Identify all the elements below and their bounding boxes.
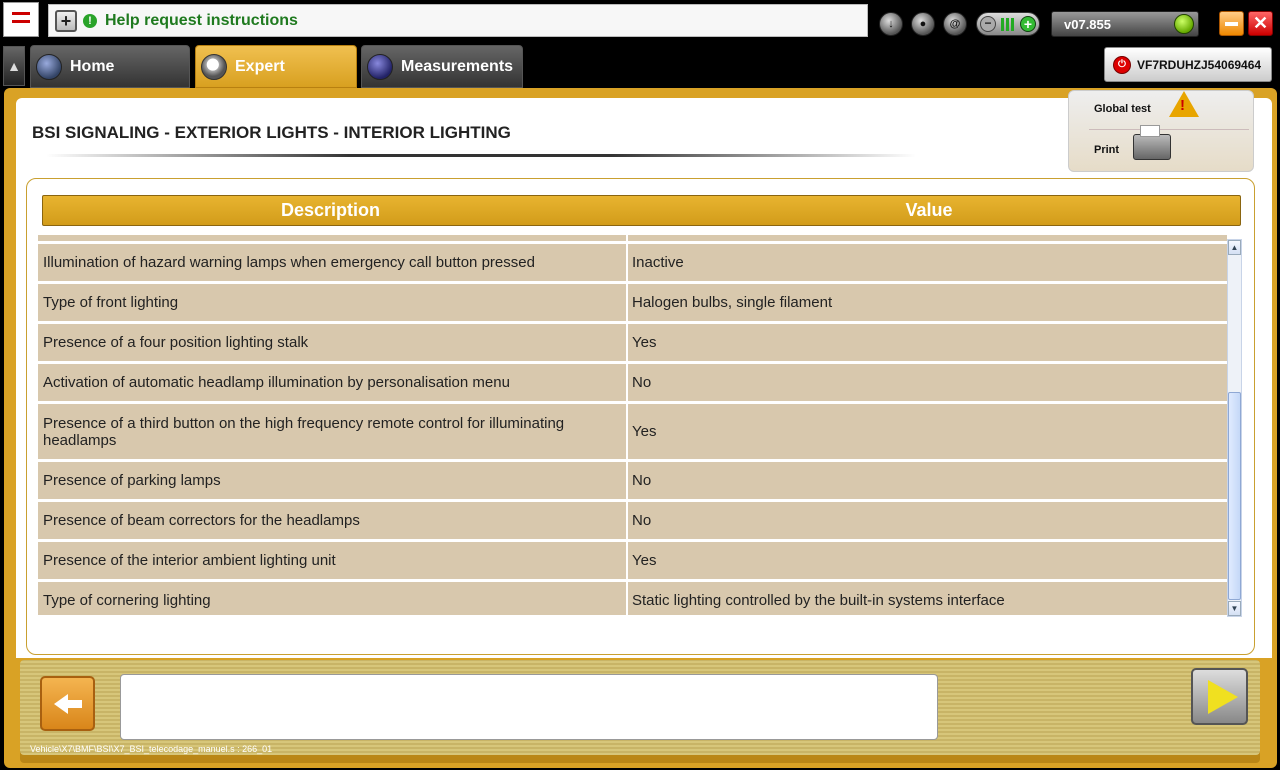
table-row[interactable]: Activation of automatic headlamp illumin… [38, 364, 1227, 401]
tab-expert-label: Expert [235, 57, 285, 75]
back-arrow-icon [53, 693, 68, 714]
help-request-bar[interactable]: + ! Help request instructions [48, 4, 868, 37]
row-description: Presence of beam correctors for the head… [38, 502, 628, 539]
row-value: Inactive [632, 254, 684, 271]
version-indicator: v07.855 [1051, 11, 1199, 37]
scroll-thumb[interactable] [1228, 392, 1241, 600]
table-row[interactable]: Type of front lighting Halogen bulbs, si… [38, 284, 1227, 321]
row-description: Activation of automatic headlamp illumin… [38, 364, 628, 401]
row-value: Yes [632, 334, 657, 351]
minimize-button[interactable] [1219, 11, 1244, 36]
table-row[interactable]: Presence of the interior ambient lightin… [38, 542, 1227, 579]
column-header-description[interactable]: Description [43, 196, 618, 225]
page-title: BSI SIGNALING - EXTERIOR LIGHTS - INTERI… [32, 123, 511, 142]
plus-icon[interactable]: + [1020, 16, 1036, 32]
tab-bar: ▲ Home Expert Measurements ⏻ VF7RDUHZJ54… [0, 42, 1280, 88]
waveform-icon [367, 53, 393, 80]
add-icon[interactable]: + [55, 9, 77, 32]
close-button[interactable]: ✕ [1248, 11, 1273, 36]
app-window: + ! Help request instructions ↓ ● @ − + … [0, 0, 1280, 770]
row-value: Static lighting controlled by the built-… [632, 592, 1005, 609]
status-light-icon [1174, 14, 1194, 34]
warning-mark-icon: ! [1180, 97, 1185, 114]
help-request-text[interactable]: Help request instructions [105, 12, 298, 30]
volume-bars-icon [1001, 18, 1015, 31]
email-icon[interactable]: @ [943, 12, 967, 36]
scroll-up-icon[interactable]: ▲ [1228, 240, 1241, 255]
scroll-down-icon[interactable]: ▼ [1228, 601, 1241, 616]
info-icon: ! [83, 13, 97, 28]
message-box [120, 674, 938, 740]
tab-home-label: Home [70, 57, 115, 75]
collapse-icon[interactable]: ▲ [3, 46, 25, 86]
row-value: Yes [632, 552, 657, 569]
download-icon[interactable]: ↓ [879, 12, 903, 36]
table-header: Description Value [42, 195, 1241, 226]
row-value: Yes [632, 423, 657, 440]
side-actions-panel: Global test ! Print [1068, 90, 1254, 172]
row-description: Presence of a third button on the high f… [38, 404, 628, 459]
tab-home[interactable]: Home [30, 45, 190, 88]
row-description: Presence of a four position lighting sta… [38, 324, 628, 361]
table-row[interactable]: Presence of a four position lighting sta… [38, 324, 1227, 361]
actions-divider [1089, 129, 1249, 130]
table-body[interactable]: Illumination of hazard warning lamps whe… [38, 235, 1227, 615]
table-row-partial [38, 235, 1227, 241]
row-description: Illumination of hazard warning lamps whe… [38, 244, 628, 281]
row-value: No [632, 374, 652, 391]
home-icon [36, 53, 62, 80]
table-row[interactable]: Presence of a third button on the high f… [38, 404, 1227, 459]
tab-measurements-label: Measurements [401, 57, 514, 75]
power-icon: ⏻ [1113, 55, 1131, 74]
title-divider [46, 154, 916, 157]
content-panel: BSI SIGNALING - EXTERIOR LIGHTS - INTERI… [16, 90, 1272, 658]
brand-logo-icon [3, 2, 39, 37]
vin-button[interactable]: ⏻ VF7RDUHZJ54069464 [1104, 47, 1272, 82]
table-row[interactable]: Type of cornering lighting Static lighti… [38, 582, 1227, 615]
row-value: No [632, 512, 652, 529]
magnifier-icon [201, 53, 227, 80]
minus-icon[interactable]: − [980, 16, 996, 32]
row-description: Type of front lighting [38, 284, 628, 321]
volume-control[interactable]: − + [976, 12, 1040, 36]
main-frame: BSI SIGNALING - EXTERIOR LIGHTS - INTERI… [4, 88, 1277, 768]
table-row[interactable]: Presence of beam correctors for the head… [38, 502, 1227, 539]
parameters-table: Description Value Illumination of hazard… [26, 178, 1255, 655]
table-scrollbar[interactable]: ▲ ▼ [1227, 239, 1242, 617]
printer-icon[interactable] [1133, 125, 1171, 160]
bottom-nav-bar: Vehicle\X7\BMF\BSI\X7_BSI_telecodage_man… [20, 660, 1260, 763]
global-test-button[interactable]: Global test [1094, 103, 1151, 115]
table-row[interactable]: Presence of parking lamps No [38, 462, 1227, 499]
next-button[interactable] [1191, 668, 1248, 725]
script-path-label: Vehicle\X7\BMF\BSI\X7_BSI_telecodage_man… [30, 744, 273, 754]
column-header-value[interactable]: Value [618, 196, 1240, 225]
print-button[interactable]: Print [1094, 144, 1119, 156]
top-bar: + ! Help request instructions ↓ ● @ − + … [0, 0, 1280, 42]
row-description: Presence of parking lamps [38, 462, 628, 499]
row-description: Type of cornering lighting [38, 582, 628, 615]
row-description: Presence of the interior ambient lightin… [38, 542, 628, 579]
tab-expert[interactable]: Expert [195, 45, 357, 88]
tab-measurements[interactable]: Measurements [361, 45, 523, 88]
row-value: No [632, 472, 652, 489]
table-row[interactable]: Illumination of hazard warning lamps whe… [38, 244, 1227, 281]
row-value: Halogen bulbs, single filament [632, 294, 833, 311]
user-icon[interactable]: ● [911, 12, 935, 36]
version-label: v07.855 [1064, 17, 1111, 32]
vin-label: VF7RDUHZJ54069464 [1137, 57, 1262, 72]
next-arrow-icon [1207, 679, 1238, 714]
back-button[interactable] [40, 676, 95, 731]
